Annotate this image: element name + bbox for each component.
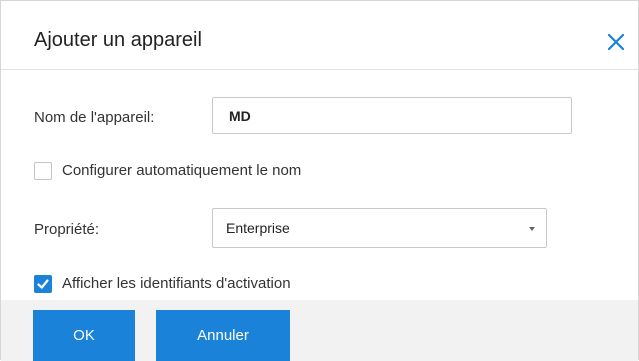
ownership-selected-value: Enterprise (226, 220, 290, 236)
ok-button[interactable]: OK (33, 310, 135, 361)
auto-config-checkbox[interactable] (34, 162, 52, 180)
add-device-dialog: Ajouter un appareil Nom de l'appareil: C… (0, 0, 639, 361)
show-credentials-label: Afficher les identifiants d'activation (62, 275, 291, 292)
dialog-header: Ajouter un appareil (1, 1, 638, 70)
close-button[interactable] (606, 32, 626, 52)
chevron-down-icon (529, 227, 535, 231)
dialog-footer: OK Annuler (1, 300, 638, 361)
show-credentials-checkbox[interactable] (34, 275, 52, 293)
close-icon (607, 33, 625, 51)
ownership-select[interactable]: Enterprise (212, 208, 547, 248)
device-name-input[interactable] (212, 97, 572, 134)
ownership-label: Propriété: (34, 221, 100, 238)
auto-config-checkbox-row[interactable]: Configurer automatiquement le nom (34, 161, 301, 181)
checkmark-icon (37, 279, 49, 289)
auto-config-label: Configurer automatiquement le nom (62, 162, 302, 179)
dialog-title: Ajouter un appareil (34, 29, 202, 51)
device-name-label: Nom de l'appareil: (34, 109, 155, 126)
show-credentials-checkbox-row[interactable]: Afficher les identifiants d'activation (34, 274, 291, 294)
cancel-button[interactable]: Annuler (156, 310, 290, 361)
